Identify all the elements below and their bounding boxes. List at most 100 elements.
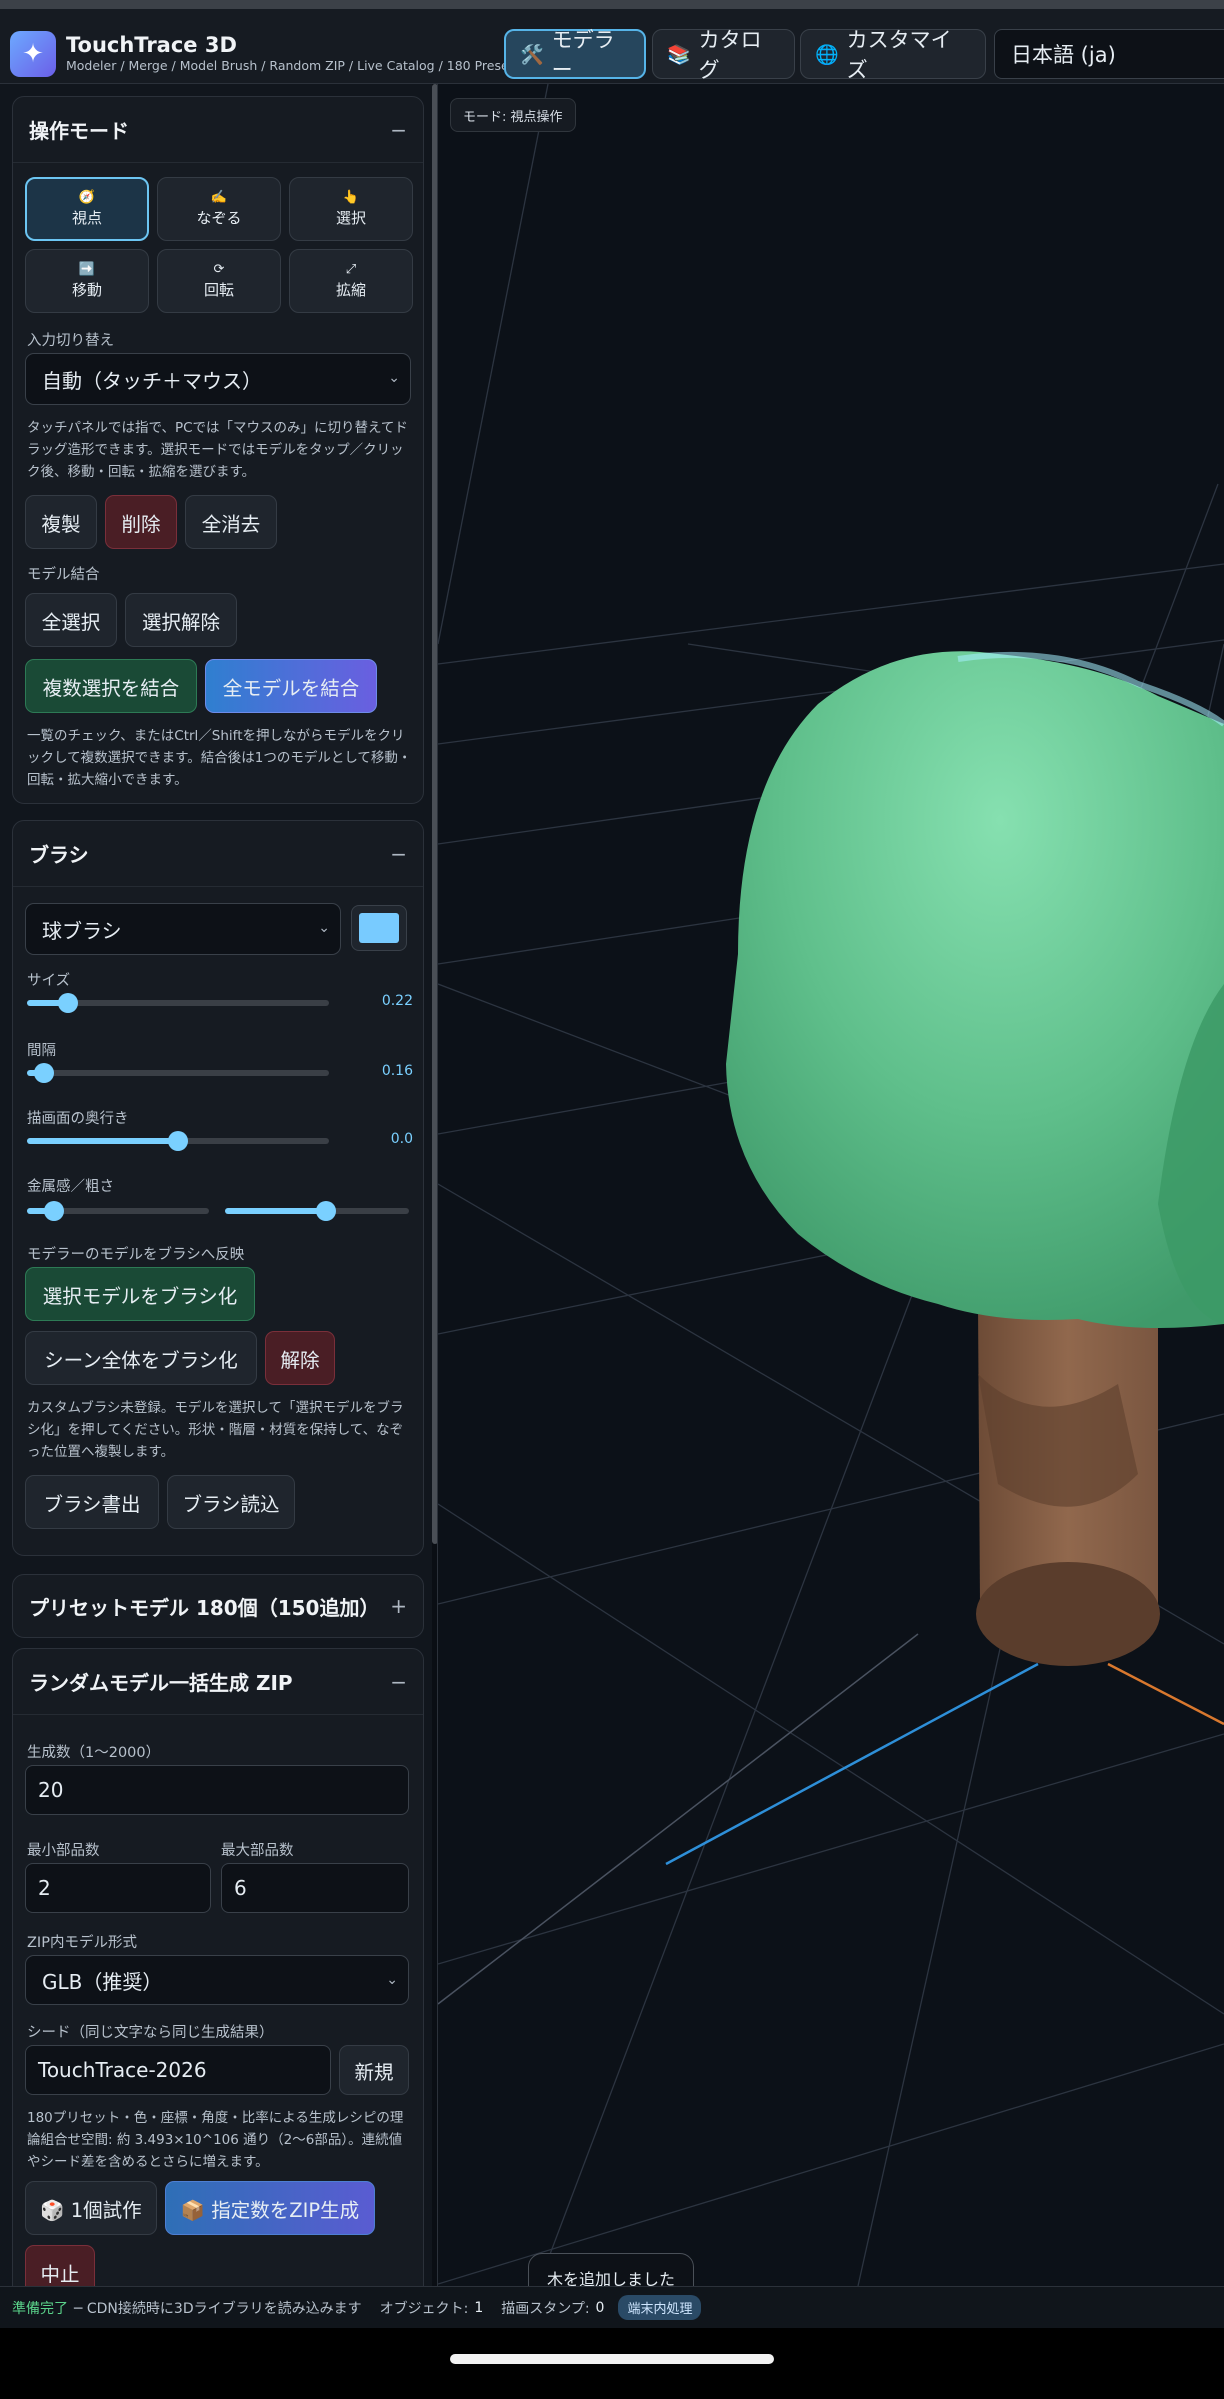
mode-select-button[interactable]: 👆 選択	[289, 177, 413, 241]
delete-button[interactable]: 削除	[105, 495, 177, 549]
mode-rotate-button[interactable]: ⟳ 回転	[157, 249, 281, 313]
scene-to-brush-button[interactable]: シーン全体をブラシ化	[25, 1331, 257, 1385]
tab-modeler[interactable]: 🛠️ モデラー	[504, 28, 646, 82]
operation-mode-panel: 操作モード − 🧭 視点 ✍️ なぞる 👆 選択 ➡️ 移動 ⟳ 回転 ⤢ 拡縮…	[12, 96, 424, 804]
mode-rotate-label: 回転	[203, 281, 234, 299]
brush-type-select[interactable]: 球ブラシ ⌄	[25, 903, 341, 955]
brush-color-picker[interactable]	[351, 905, 407, 951]
format-value: GLB（推奨）	[42, 1969, 163, 1994]
selected-to-brush-button[interactable]: 選択モデルをブラシ化	[25, 1267, 255, 1321]
seed-input[interactable]: TouchTrace-2026	[25, 2045, 331, 2095]
preset-header[interactable]: プリセットモデル 180個（150追加） +	[13, 1575, 423, 1637]
tab-customize[interactable]: 🌐 カスタマイズ	[800, 28, 986, 82]
brush-type-value: 球ブラシ	[42, 918, 122, 943]
depth-value: 0.0	[390, 1131, 413, 1147]
generate-zip-button[interactable]: 📦 指定数をZIP生成	[165, 2181, 375, 2235]
input-mode-select[interactable]: 自動（タッチ＋マウス） ⌄	[25, 353, 411, 405]
input-switch-label: 入力切り替え	[27, 333, 114, 349]
depth-slider[interactable]	[27, 1131, 329, 1151]
tree-model[interactable]	[726, 651, 1224, 1666]
mode-move-button[interactable]: ➡️ 移動	[25, 249, 149, 313]
material-label: 金属感／粗さ	[27, 1179, 114, 1195]
merge-selected-button[interactable]: 複数選択を結合	[25, 659, 197, 713]
chevron-down-icon: ⌄	[318, 920, 330, 936]
mode-move-label: 移動	[71, 281, 102, 299]
min-parts-label: 最小部品数	[27, 1843, 100, 1859]
export-brush-button[interactable]: ブラシ書出	[25, 1475, 159, 1529]
top-bar: ✦ TouchTrace 3D Modeler / Merge / Model …	[0, 0, 1224, 84]
tools-icon: 🛠️	[520, 43, 544, 66]
mode-trace-button[interactable]: ✍️ なぞる	[157, 177, 281, 241]
new-seed-button[interactable]: 新規	[339, 2045, 409, 2095]
objects-count: 1	[474, 2299, 484, 2316]
toast-notification: 木を追加しました	[528, 2253, 694, 2286]
release-brush-button[interactable]: 解除	[265, 1331, 335, 1385]
slider-thumb[interactable]	[33, 1063, 54, 1083]
system-bar	[0, 2328, 1224, 2399]
arrow-right-icon: ➡️	[78, 262, 96, 277]
compass-icon: 🧭	[78, 190, 96, 205]
status-ready: 準備完了	[12, 2300, 68, 2317]
deselect-button[interactable]: 選択解除	[125, 593, 237, 647]
merge-all-button[interactable]: 全モデルを結合	[205, 659, 377, 713]
mode-view-label: 視点	[71, 209, 102, 227]
brush-title: ブラシ	[29, 843, 89, 867]
app-subtitle: Modeler / Merge / Model Brush / Random Z…	[66, 58, 521, 73]
try-one-button[interactable]: 🎲 1個試作	[25, 2181, 157, 2235]
count-input[interactable]: 20	[25, 1765, 409, 1815]
collapse-icon[interactable]: −	[390, 1670, 407, 1694]
brush-panel: ブラシ − 球ブラシ ⌄ サイズ 0.22 間隔 0.16 描画面の奥行き 0.…	[12, 820, 424, 1556]
writing-hand-icon: ✍️	[210, 190, 228, 205]
stamps-count: 0	[595, 2299, 605, 2316]
mode-scale-button[interactable]: ⤢ 拡縮	[289, 249, 413, 313]
3d-viewport[interactable]: モード: 視点操作 木を追加しました	[438, 84, 1224, 2286]
mode-view-button[interactable]: 🧭 視点	[25, 177, 149, 241]
mode-select-label: 選択	[335, 209, 366, 227]
slider-fill	[225, 1208, 327, 1214]
pointing-hand-icon: 👆	[342, 190, 360, 205]
mode-badge: モード: 視点操作	[450, 98, 576, 132]
clear-all-button[interactable]: 全消去	[185, 495, 277, 549]
collapse-icon[interactable]: −	[390, 118, 407, 142]
z-axis-line	[665, 1662, 1039, 1866]
language-select[interactable]: 日本語 (ja)	[994, 29, 1224, 79]
merge-help-text: 一覧のチェック、またはCtrl／Shiftを押しながらモデルをクリックして複数選…	[27, 728, 412, 788]
operation-mode-header[interactable]: 操作モード −	[13, 97, 423, 163]
size-slider[interactable]	[27, 993, 329, 1013]
mode-trace-label: なぞる	[196, 209, 242, 227]
tab-catalog[interactable]: 📚 カタログ	[652, 28, 795, 82]
status-message: ─ CDN接続時に3Dライブラリを読み込みます	[74, 2300, 362, 2317]
spacing-value: 0.16	[381, 1063, 413, 1079]
min-parts-input[interactable]: 2	[25, 1863, 211, 1913]
slider-thumb[interactable]	[316, 1201, 337, 1221]
slider-thumb[interactable]	[44, 1201, 65, 1221]
expand-icon[interactable]: +	[390, 1594, 407, 1618]
scene-canvas[interactable]	[438, 84, 1224, 2286]
rotate-icon: ⟳	[213, 262, 225, 277]
roughness-slider[interactable]	[225, 1201, 409, 1221]
metalness-slider[interactable]	[27, 1201, 209, 1221]
format-select[interactable]: GLB（推奨） ⌄	[25, 1955, 409, 2005]
slider-fill	[27, 1138, 178, 1144]
operation-mode-title: 操作モード	[29, 119, 129, 143]
random-zip-panel: ランダムモデル一括生成 ZIP − 生成数（1〜2000） 20 最小部品数 最…	[12, 1648, 424, 2286]
globe-icon: 🌐	[815, 43, 839, 66]
random-zip-header[interactable]: ランダムモデル一括生成 ZIP −	[13, 1649, 423, 1715]
spacing-slider[interactable]	[27, 1063, 329, 1083]
scale-icon: ⤢	[345, 262, 357, 277]
preset-panel: プリセットモデル 180個（150追加） +	[12, 1574, 424, 1638]
slider-thumb[interactable]	[58, 993, 79, 1013]
max-parts-input[interactable]: 6	[221, 1863, 409, 1913]
tab-customize-label: カスタマイズ	[846, 28, 952, 82]
import-brush-button[interactable]: ブラシ読込	[167, 1475, 295, 1529]
stamps-label: 描画スタンプ:	[501, 2300, 590, 2317]
preset-title: プリセットモデル 180個（150追加）	[29, 1595, 380, 1620]
sidebar[interactable]: 操作モード − 🧭 視点 ✍️ なぞる 👆 選択 ➡️ 移動 ⟳ 回転 ⤢ 拡縮…	[0, 84, 432, 2286]
collapse-icon[interactable]: −	[390, 842, 407, 866]
stop-button[interactable]: 中止	[25, 2245, 95, 2286]
select-all-button[interactable]: 全選択	[25, 593, 117, 647]
duplicate-button[interactable]: 複製	[25, 495, 97, 549]
home-indicator[interactable]	[450, 2354, 774, 2364]
slider-thumb[interactable]	[168, 1131, 188, 1151]
brush-header[interactable]: ブラシ −	[13, 821, 423, 887]
